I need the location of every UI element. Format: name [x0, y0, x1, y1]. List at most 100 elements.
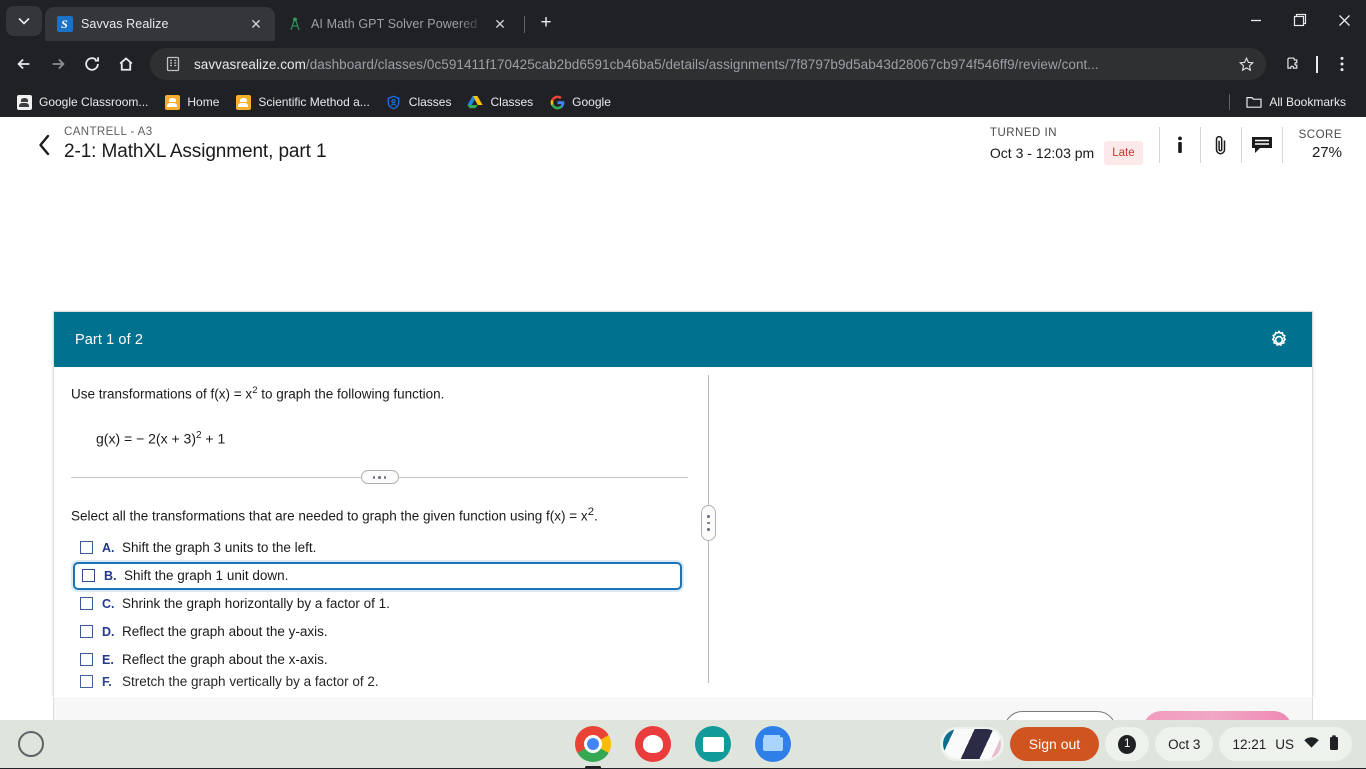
tab-ai-math-gpt[interactable]: AI Math GPT Solver Powered by ✕: [275, 7, 519, 41]
extensions-puzzle-icon[interactable]: [1276, 48, 1308, 80]
bookmark-scientific-method[interactable]: Scientific Method a...: [227, 90, 377, 114]
maximize-button[interactable]: [1278, 4, 1322, 36]
score-value: 27%: [1311, 144, 1342, 161]
profile-indicator[interactable]: [1316, 55, 1318, 73]
checkbox-c[interactable]: [80, 597, 93, 611]
chromeos-shelf: Sign out 1 Oct 3 12:21 US: [0, 720, 1366, 768]
date-tray[interactable]: Oct 3: [1155, 727, 1214, 761]
chrome-icon[interactable]: [575, 726, 611, 762]
clear-all-button[interactable]: Clear all: [1003, 710, 1117, 720]
window-controls: [1234, 4, 1366, 41]
browser-window: S Savvas Realize ✕ AI Math GPT Solver Po…: [0, 0, 1366, 720]
tab-savvas-realize[interactable]: S Savvas Realize ✕: [45, 7, 275, 41]
divider: [1229, 94, 1231, 110]
google-classroom-icon: [164, 94, 180, 110]
home-button[interactable]: [110, 48, 142, 80]
choice-f[interactable]: F. Stretch the graph vertically by a fac…: [71, 674, 688, 690]
gear-icon[interactable]: [1268, 329, 1290, 351]
bookmark-star-icon[interactable]: [1232, 50, 1260, 78]
system-tray: Sign out 1 Oct 3 12:21 US: [939, 727, 1356, 761]
choice-text: Shrink the graph horizontally by a facto…: [122, 596, 390, 612]
checkbox-e[interactable]: [80, 653, 93, 667]
avatar[interactable]: [939, 727, 1004, 761]
status-badge: Late: [1104, 141, 1143, 165]
checkbox-a[interactable]: [80, 541, 93, 555]
close-icon[interactable]: ✕: [491, 15, 509, 33]
arrow-right-icon: [52, 58, 65, 70]
question-instruction: Use transformations of f(x) = x2 to grap…: [71, 384, 688, 405]
tab-search-button[interactable]: [6, 6, 42, 36]
google-g-icon: [549, 94, 565, 110]
battery-icon: [1329, 734, 1339, 754]
back-chevron-icon[interactable]: [30, 134, 60, 156]
minimize-button[interactable]: [1234, 4, 1278, 36]
compass-icon: [286, 16, 303, 33]
back-button[interactable]: [8, 48, 40, 80]
bookmark-classes-drive[interactable]: Classes: [459, 90, 541, 114]
choice-text: Shift the graph 1 unit down.: [124, 568, 289, 584]
choice-c[interactable]: C. Shrink the graph horizontally by a fa…: [71, 590, 688, 618]
comment-icon[interactable]: [1242, 123, 1282, 167]
all-bookmarks-button[interactable]: All Bookmarks: [1238, 90, 1354, 114]
url-path: /dashboard/classes/0c591411f170425cab2bd…: [305, 56, 1099, 72]
shield-icon: [386, 94, 402, 110]
forward-button[interactable]: [42, 48, 74, 80]
bookmark-classes-shield[interactable]: Classes: [378, 90, 460, 114]
choice-b[interactable]: B. Shift the graph 1 unit down.: [73, 561, 682, 590]
tab-title: Savvas Realize: [81, 17, 169, 31]
shelf-app-list: [575, 726, 791, 762]
bookmark-google-classroom[interactable]: Google Classroom...: [8, 90, 156, 114]
bookmark-label: Home: [187, 95, 220, 109]
launcher-circle-icon[interactable]: [18, 731, 44, 757]
choice-letter: E.: [102, 652, 114, 667]
choice-text: Reflect the graph about the x-axis.: [122, 652, 328, 668]
turned-in-time: Oct 3 - 12:03 pm: [989, 145, 1095, 161]
divider-handle[interactable]: [360, 470, 399, 485]
check-answer-button[interactable]: Check answer: [1143, 710, 1292, 720]
info-icon[interactable]: [1160, 123, 1200, 167]
reload-button[interactable]: [76, 48, 108, 80]
address-bar[interactable]: savvasrealize.com/dashboard/classes/0c59…: [150, 48, 1266, 80]
bookmark-home[interactable]: Home: [156, 90, 227, 114]
exercise-card: Part 1 of 2 Use transformations of f(x) …: [53, 311, 1313, 697]
choice-e[interactable]: E. Reflect the graph about the x-axis.: [71, 646, 688, 674]
prompt-pre: Select all the transformations that are …: [71, 508, 588, 524]
paperclip-icon[interactable]: [1201, 123, 1241, 167]
reload-icon: [85, 57, 100, 71]
checkbox-b[interactable]: [82, 569, 95, 583]
turned-in-block: TURNED IN Oct 3 - 12:03 pm Late: [974, 123, 1159, 167]
close-window-button[interactable]: [1322, 4, 1366, 36]
all-bookmarks-label: All Bookmarks: [1269, 95, 1346, 109]
checkbox-d[interactable]: [80, 625, 93, 639]
three-dot-menu-icon[interactable]: [1326, 48, 1358, 80]
header-titles: CANTRELL - A3 2-1: MathXL Assignment, pa…: [64, 125, 327, 165]
bookmark-google[interactable]: Google: [541, 90, 619, 114]
tab-divider: [524, 16, 525, 33]
choice-list: A. Shift the graph 3 units to the left. …: [71, 534, 688, 690]
exercise-body: Use transformations of f(x) = x2 to grap…: [54, 367, 1312, 697]
site-info-icon[interactable]: [164, 55, 182, 73]
browser-toolbar: savvasrealize.com/dashboard/classes/0c59…: [0, 41, 1366, 87]
sign-out-button[interactable]: Sign out: [1009, 727, 1100, 761]
choice-a[interactable]: A. Shift the graph 3 units to the left.: [71, 534, 688, 562]
notification-tray[interactable]: 1: [1105, 727, 1150, 761]
choice-d[interactable]: D. Reflect the graph about the y-axis.: [71, 618, 688, 646]
files-icon[interactable]: [755, 726, 791, 762]
home-icon: [119, 57, 133, 71]
notification-badge: 1: [1118, 734, 1137, 754]
status-tray[interactable]: 12:21 US: [1219, 727, 1352, 761]
news-icon[interactable]: [695, 726, 731, 762]
close-icon[interactable]: ✕: [247, 15, 265, 33]
page-title: 2-1: MathXL Assignment, part 1: [64, 141, 327, 162]
chevron-down-icon: [18, 17, 30, 25]
vertical-splitter[interactable]: [701, 375, 716, 683]
equation-pre: g(x) = − 2(x + 3): [96, 430, 196, 447]
assignment-header: CANTRELL - A3 2-1: MathXL Assignment, pa…: [0, 117, 1366, 174]
choice-letter: F.: [102, 674, 112, 689]
google-classroom-icon: [16, 94, 32, 110]
paint-icon[interactable]: [635, 726, 671, 762]
time-label: 12:21: [1232, 736, 1267, 752]
class-name: CANTRELL - A3: [64, 126, 153, 138]
checkbox-f[interactable]: [80, 675, 93, 689]
new-tab-button[interactable]: +: [532, 9, 560, 37]
